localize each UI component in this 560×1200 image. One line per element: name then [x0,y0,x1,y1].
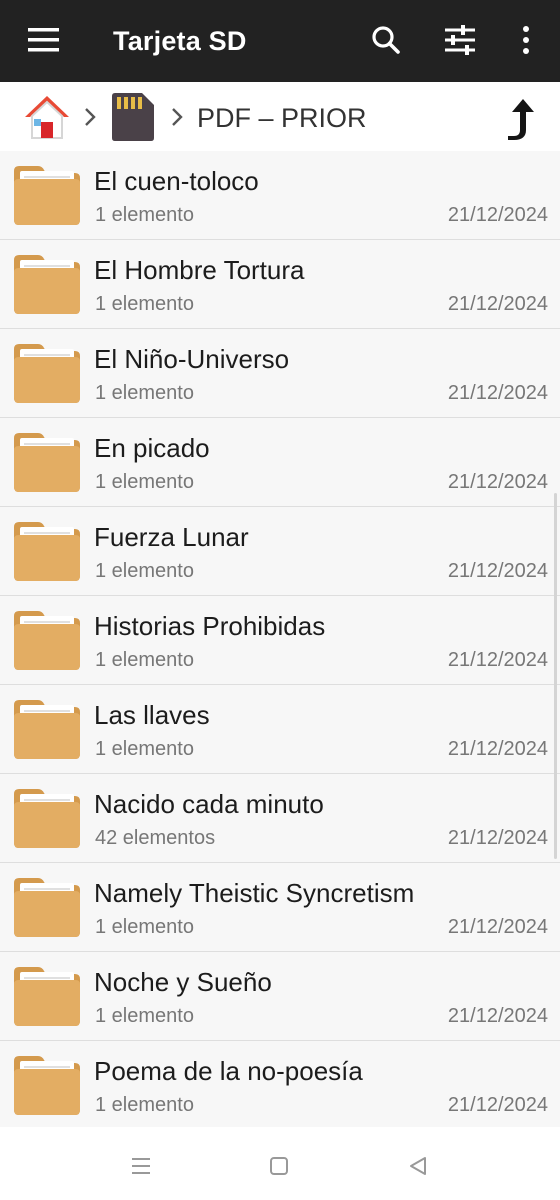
folder-item-count: 1 elemento [95,916,194,938]
folder-name: El Niño-Universo [94,344,290,374]
folder-name: El Hombre Tortura [94,255,305,285]
folder-name: Namely Theistic Syncretism [94,878,415,908]
scrollbar-thumb[interactable] [554,493,557,859]
chevron-right-icon [82,106,98,128]
folder-name: Nacido cada minuto [94,789,324,819]
folder-name: Fuerza Lunar [94,522,249,552]
folder-row[interactable]: Historias Prohibidas 1 elemento 21/12/20… [0,596,560,685]
hamburger-menu-icon[interactable] [28,24,60,56]
search-icon[interactable] [366,20,406,60]
nav-home-icon[interactable] [265,1152,293,1180]
folder-date: 21/12/2024 [447,204,548,226]
folder-row[interactable]: Nacido cada minuto 42 elementos 21/12/20… [0,774,560,863]
folder-date: 21/12/2024 [447,916,548,938]
folder-row[interactable]: En picado 1 elemento 21/12/2024 [0,418,560,507]
folder-row[interactable]: El Hombre Tortura 1 elemento 21/12/2024 [0,240,560,329]
folder-row[interactable]: Fuerza Lunar 1 elemento 21/12/2024 [0,507,560,596]
folder-icon [12,965,82,1027]
recent-apps-icon[interactable] [127,1152,155,1180]
folder-item-count: 1 elemento [95,738,194,760]
folder-icon [12,609,82,671]
folder-date: 21/12/2024 [447,293,548,315]
system-navigation-bar [0,1127,560,1200]
current-folder-label[interactable]: PDF – PRIOR [197,101,367,135]
folder-icon [12,520,82,582]
folder-item-count: 1 elemento [95,560,194,582]
folder-row[interactable]: Poema de la no-poesía 1 elemento 21/12/2… [0,1041,560,1126]
folder-name: En picado [94,433,210,463]
folder-item-count: 1 elemento [95,1094,194,1116]
arrow-up-icon[interactable] [504,96,544,140]
folder-icon [12,253,82,315]
folder-row[interactable]: Noche y Sueño 1 elemento 21/12/2024 [0,952,560,1041]
folder-name: Poema de la no-poesía [94,1056,363,1086]
folder-row[interactable]: Namely Theistic Syncretism 1 elemento 21… [0,863,560,952]
chevron-right-icon [169,106,185,128]
folder-date: 21/12/2024 [447,1005,548,1027]
folder-name: El cuen-toloco [94,166,259,196]
folder-icon [12,431,82,493]
folder-date: 21/12/2024 [447,649,548,671]
folder-date: 21/12/2024 [447,382,548,404]
folder-row[interactable]: Las llaves 1 elemento 21/12/2024 [0,685,560,774]
sd-card-icon[interactable] [110,92,156,142]
folder-row[interactable]: El Niño-Universo 1 elemento 21/12/2024 [0,329,560,418]
folder-name: Noche y Sueño [94,967,272,997]
folder-name: Historias Prohibidas [94,611,326,641]
folder-date: 21/12/2024 [447,560,548,582]
file-manager-app: Tarjeta SD PDF – PRIOR El cuen-toloco 1 … [0,0,560,1200]
folder-icon [12,164,82,226]
folder-item-count: 1 elemento [95,382,194,404]
folder-icon [12,1054,82,1116]
home-icon[interactable] [22,92,72,142]
top-app-bar: Tarjeta SD [0,0,560,82]
folder-item-count: 1 elemento [95,649,194,671]
folder-item-count: 42 elementos [95,827,216,849]
folder-icon [12,698,82,760]
more-vertical-icon[interactable] [506,20,546,60]
folder-date: 21/12/2024 [447,827,548,849]
screen-title: Tarjeta SD [113,26,247,56]
folder-icon [12,787,82,849]
folder-icon [12,342,82,404]
nav-back-icon[interactable] [404,1152,432,1180]
folder-list[interactable]: El cuen-toloco 1 elemento 21/12/2024 El … [0,151,560,1126]
folder-item-count: 1 elemento [95,293,194,315]
folder-item-count: 1 elemento [95,1005,194,1027]
folder-item-count: 1 elemento [95,204,194,226]
folder-item-count: 1 elemento [95,471,194,493]
folder-row[interactable]: El cuen-toloco 1 elemento 21/12/2024 [0,151,560,240]
folder-icon [12,876,82,938]
folder-date: 21/12/2024 [447,738,548,760]
folder-date: 21/12/2024 [447,471,548,493]
breadcrumb: PDF – PRIOR [0,82,560,152]
folder-name: Las llaves [94,700,210,730]
sliders-icon[interactable] [440,20,480,60]
folder-date: 21/12/2024 [447,1094,548,1116]
